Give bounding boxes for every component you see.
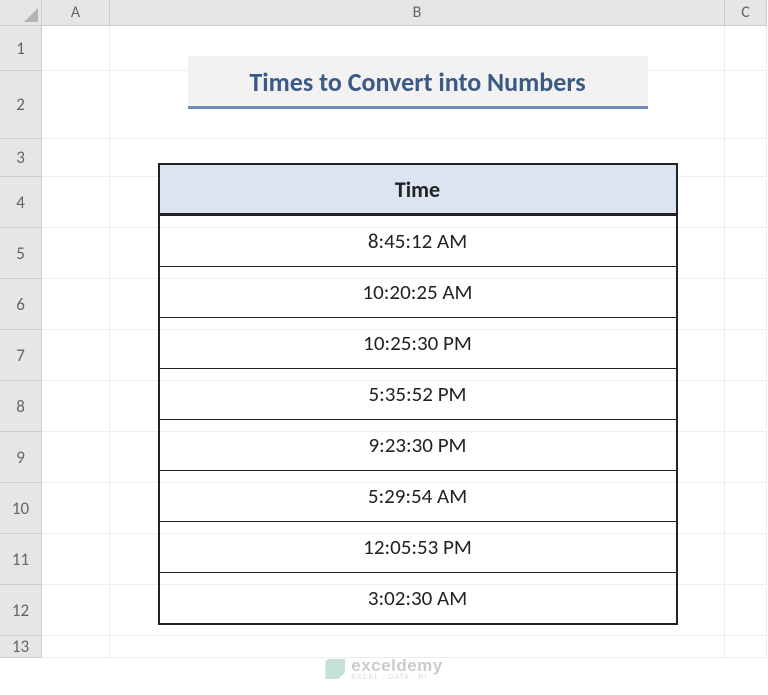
row-header-7[interactable]: 7 — [0, 330, 42, 381]
row-header-11[interactable]: 11 — [0, 534, 42, 585]
row-header-5[interactable]: 5 — [0, 228, 42, 279]
cell[interactable] — [42, 26, 110, 71]
row-header-10[interactable]: 10 — [0, 483, 42, 534]
table-row[interactable]: 5:35:52 PM — [160, 368, 676, 419]
cell[interactable] — [725, 177, 767, 228]
cell[interactable] — [42, 534, 110, 585]
cell[interactable] — [110, 636, 725, 658]
row-header-6[interactable]: 6 — [0, 279, 42, 330]
row-header-4[interactable]: 4 — [0, 177, 42, 228]
cell[interactable] — [42, 432, 110, 483]
cell[interactable] — [725, 636, 767, 658]
cell[interactable] — [725, 534, 767, 585]
cell[interactable] — [42, 228, 110, 279]
row-header-1[interactable]: 1 — [0, 26, 42, 71]
cell[interactable] — [725, 26, 767, 71]
row-header-2[interactable]: 2 — [0, 71, 42, 139]
content-overlay: Times to Convert into Numbers Time 8:45:… — [110, 26, 725, 625]
cell[interactable] — [42, 71, 110, 139]
cell[interactable] — [42, 279, 110, 330]
row-header-13[interactable]: 13 — [0, 636, 42, 658]
select-all-corner[interactable] — [0, 0, 42, 26]
cell[interactable] — [42, 381, 110, 432]
table-header-time: Time — [160, 165, 676, 215]
cell[interactable] — [42, 585, 110, 636]
time-table: Time 8:45:12 AM 10:20:25 AM 10:25:30 PM … — [158, 163, 678, 625]
cell[interactable] — [725, 279, 767, 330]
table-row[interactable]: 10:25:30 PM — [160, 317, 676, 368]
cell[interactable] — [725, 330, 767, 381]
row-header-9[interactable]: 9 — [0, 432, 42, 483]
col-header-C[interactable]: C — [725, 0, 767, 26]
cell[interactable] — [725, 381, 767, 432]
cell[interactable] — [725, 139, 767, 177]
brand-name: exceldemy — [351, 657, 442, 674]
brand-icon — [325, 659, 345, 679]
row-header-8[interactable]: 8 — [0, 381, 42, 432]
row-header-3[interactable]: 3 — [0, 139, 42, 177]
cell[interactable] — [725, 585, 767, 636]
cell[interactable] — [725, 71, 767, 139]
table-row[interactable]: 5:29:54 AM — [160, 470, 676, 521]
table-row[interactable]: 3:02:30 AM — [160, 572, 676, 623]
cell[interactable] — [42, 139, 110, 177]
watermark: exceldemy EXCEL · DATA · BI — [325, 657, 442, 681]
col-header-A[interactable]: A — [42, 0, 110, 26]
cell[interactable] — [725, 228, 767, 279]
brand-tagline: EXCEL · DATA · BI — [351, 674, 442, 681]
row-header-12[interactable]: 12 — [0, 585, 42, 636]
col-header-B[interactable]: B — [110, 0, 725, 26]
table-row[interactable]: 12:05:53 PM — [160, 521, 676, 572]
cell[interactable] — [42, 177, 110, 228]
cell[interactable] — [725, 483, 767, 534]
table-row[interactable]: 9:23:30 PM — [160, 419, 676, 470]
table-row[interactable]: 8:45:12 AM — [160, 215, 676, 266]
cell[interactable] — [725, 432, 767, 483]
cell[interactable] — [42, 330, 110, 381]
cell[interactable] — [42, 483, 110, 534]
page-title: Times to Convert into Numbers — [188, 56, 648, 109]
table-row[interactable]: 10:20:25 AM — [160, 266, 676, 317]
cell[interactable] — [42, 636, 110, 658]
